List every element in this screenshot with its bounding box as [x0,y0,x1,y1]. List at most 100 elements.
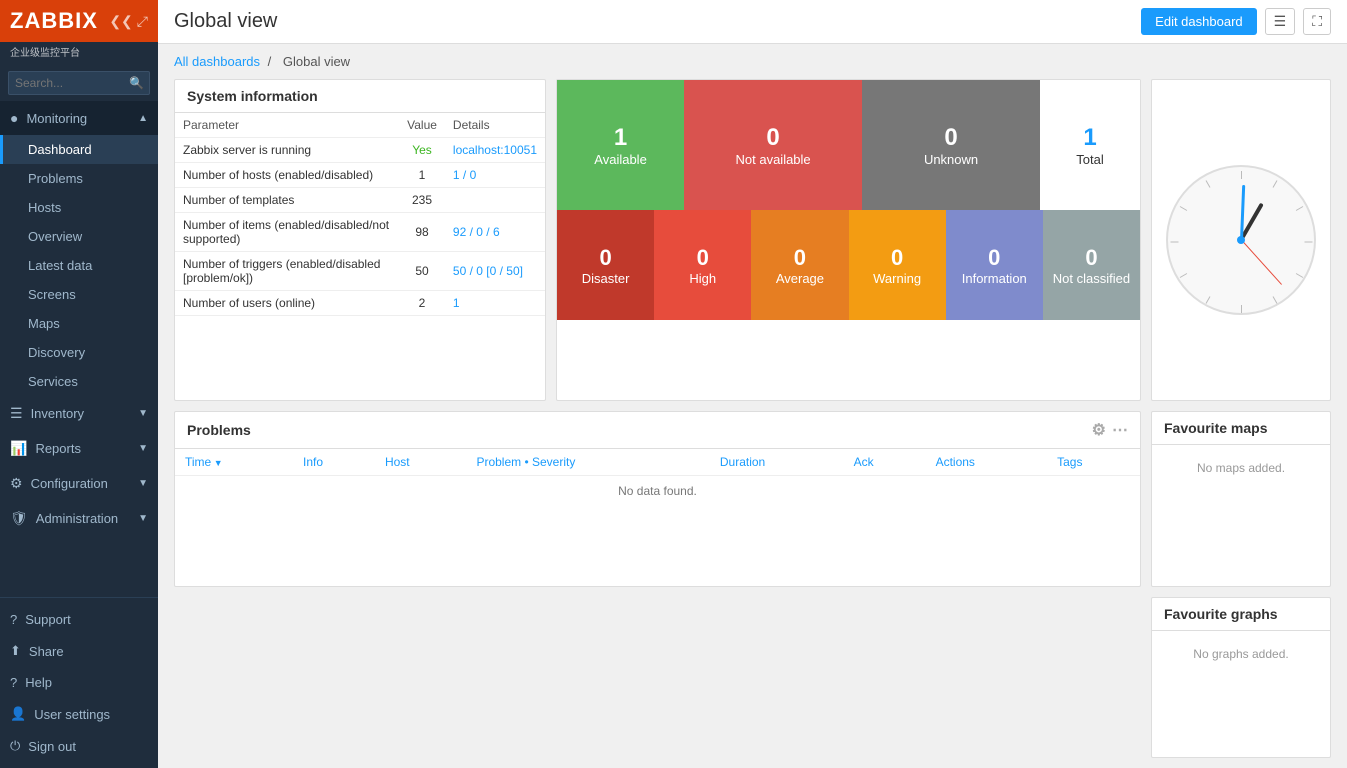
share-icon: ⬆ [10,643,21,659]
nav-reports[interactable]: 📊 Reports ▼ [0,431,158,466]
param-cell: Number of hosts (enabled/disabled) [175,163,399,188]
col-time[interactable]: Time [175,449,293,476]
breadcrumb: All dashboards / Global view [174,54,1331,69]
sev-count: 0 [891,245,903,271]
problems-header: Problems ⚙ ⋯ [175,412,1140,449]
severity-row: 0Disaster0High0Average0Warning0Informati… [557,210,1140,320]
sidebar: ZABBIX ❮❮ ⤢ 企业级监控平台 🔍 ● Monitoring ▲ Das… [0,0,158,768]
col-tags: Tags [1047,449,1140,476]
table-row: Number of users (online)21 [175,291,545,316]
logo-subtitle: 企业级监控平台 [0,42,158,65]
sev-label: Warning [873,271,921,286]
content-area: All dashboards / Global view System info… [158,44,1347,768]
logo-text: ZABBIX [10,8,98,34]
table-row: No data found. [175,476,1140,507]
details-cell [445,188,545,213]
sidebar-item-hosts[interactable]: Hosts [0,193,158,222]
problems-panel: Problems ⚙ ⋯ Time Info Host Problem • Se… [174,411,1141,587]
administration-label: Administration [36,511,118,526]
no-data-message: No data found. [175,476,1140,507]
share-item[interactable]: ⬆ Share [0,635,158,667]
screens-label: Screens [28,287,76,302]
av-unknown: 0 Unknown [862,80,1040,210]
problems-settings-icon[interactable]: ⚙ [1092,420,1106,440]
col-duration: Duration [710,449,844,476]
sidebar-item-dashboard[interactable]: Dashboard [0,135,158,164]
col-info: Info [293,449,375,476]
sidebar-item-problems[interactable]: Problems [0,164,158,193]
sysinfo-panel: System information Parameter Value Detai… [174,79,546,401]
support-item[interactable]: ? Support [0,604,158,635]
share-label: Share [29,644,64,659]
fav-graphs-title: Favourite graphs [1164,606,1278,622]
av-notavail-label: Not available [736,152,811,167]
problems-table: Time Info Host Problem • Severity Durati… [175,449,1140,506]
details-cell: localhost:10051 [445,138,545,163]
fav-graphs-panel: Favourite graphs No graphs added. [1151,597,1331,758]
monitoring-icon: ● [10,110,18,126]
breadcrumb-current: Global view [283,54,350,69]
breadcrumb-parent[interactable]: All dashboards [174,54,260,69]
param-cell: Number of items (enabled/disabled/not su… [175,213,399,252]
table-row: Number of templates235 [175,188,545,213]
value-cell: Yes [399,138,445,163]
reports-icon: 📊 [10,440,27,457]
sidebar-item-screens[interactable]: Screens [0,280,158,309]
edit-dashboard-button[interactable]: Edit dashboard [1141,8,1256,35]
problems-label: Problems [28,171,83,186]
av-unknown-label: Unknown [924,152,978,167]
collapse-icon[interactable]: ❮❮ [109,13,132,30]
fav-maps-panel: Favourite maps No maps added. [1151,411,1331,587]
hostav-panel: 1 Available 0 Not available 0 Unknown [556,79,1141,401]
sev-label: Disaster [582,271,630,286]
details-cell: 1 [445,291,545,316]
sev-cell-high: 0High [654,210,751,320]
sysinfo-content: Parameter Value Details Zabbix server is… [175,113,545,316]
dashboard-label: Dashboard [28,142,92,157]
help-item[interactable]: ? Help [0,667,158,698]
topbar-expand-button[interactable]: ⛶ [1303,8,1331,35]
nav-inventory[interactable]: ☰ Inventory ▼ [0,396,158,431]
breadcrumb-separator: / [268,54,272,69]
user-settings-item[interactable]: 👤 User settings [0,698,158,730]
second-hand [1241,240,1282,285]
av-available-label: Available [594,152,647,167]
table-row: Number of triggers (enabled/disabled [pr… [175,252,545,291]
sign-out-item[interactable]: ⏻ Sign out [0,730,158,762]
sidebar-item-maps[interactable]: Maps [0,309,158,338]
av-notavail-count: 0 [766,124,779,152]
sidebar-item-discovery[interactable]: Discovery [0,338,158,367]
sidebar-item-latest-data[interactable]: Latest data [0,251,158,280]
problems-more-icon[interactable]: ⋯ [1112,420,1128,440]
problems-actions: ⚙ ⋯ [1092,420,1128,440]
administration-arrow: ▼ [138,513,148,524]
configuration-arrow: ▼ [138,478,148,489]
av-unknown-count: 0 [944,124,957,152]
details-cell: 92 / 0 / 6 [445,213,545,252]
sysinfo-tbody: Zabbix server is runningYeslocalhost:100… [175,138,545,316]
sysinfo-table: Parameter Value Details Zabbix server is… [175,113,545,316]
nav-monitoring[interactable]: ● Monitoring ▲ [0,101,158,135]
expand-icon[interactable]: ⤢ [137,13,148,30]
sidebar-item-overview[interactable]: Overview [0,222,158,251]
col-ack: Ack [844,449,926,476]
fav-maps-header: Favourite maps [1152,412,1330,445]
user-settings-label: User settings [34,707,110,722]
search-box: 🔍 [0,65,158,101]
sev-count: 0 [794,245,806,271]
support-label: Support [25,612,71,627]
nav-administration[interactable]: 🛡 Administration ▼ [0,501,158,536]
av-total-label: Total [1076,152,1103,167]
table-row: Number of items (enabled/disabled/not su… [175,213,545,252]
sev-cell-information: 0Information [946,210,1043,320]
support-icon: ? [10,612,17,627]
sign-out-icon: ⏻ [10,738,20,754]
topbar-menu-button[interactable]: ☰ [1265,8,1296,35]
services-label: Services [28,374,78,389]
configuration-label: Configuration [31,476,108,491]
inventory-arrow: ▼ [138,408,148,419]
clock-face [1166,165,1316,315]
hosts-label: Hosts [28,200,61,215]
nav-configuration[interactable]: ⚙ Configuration ▼ [0,466,158,501]
sidebar-item-services[interactable]: Services [0,367,158,396]
